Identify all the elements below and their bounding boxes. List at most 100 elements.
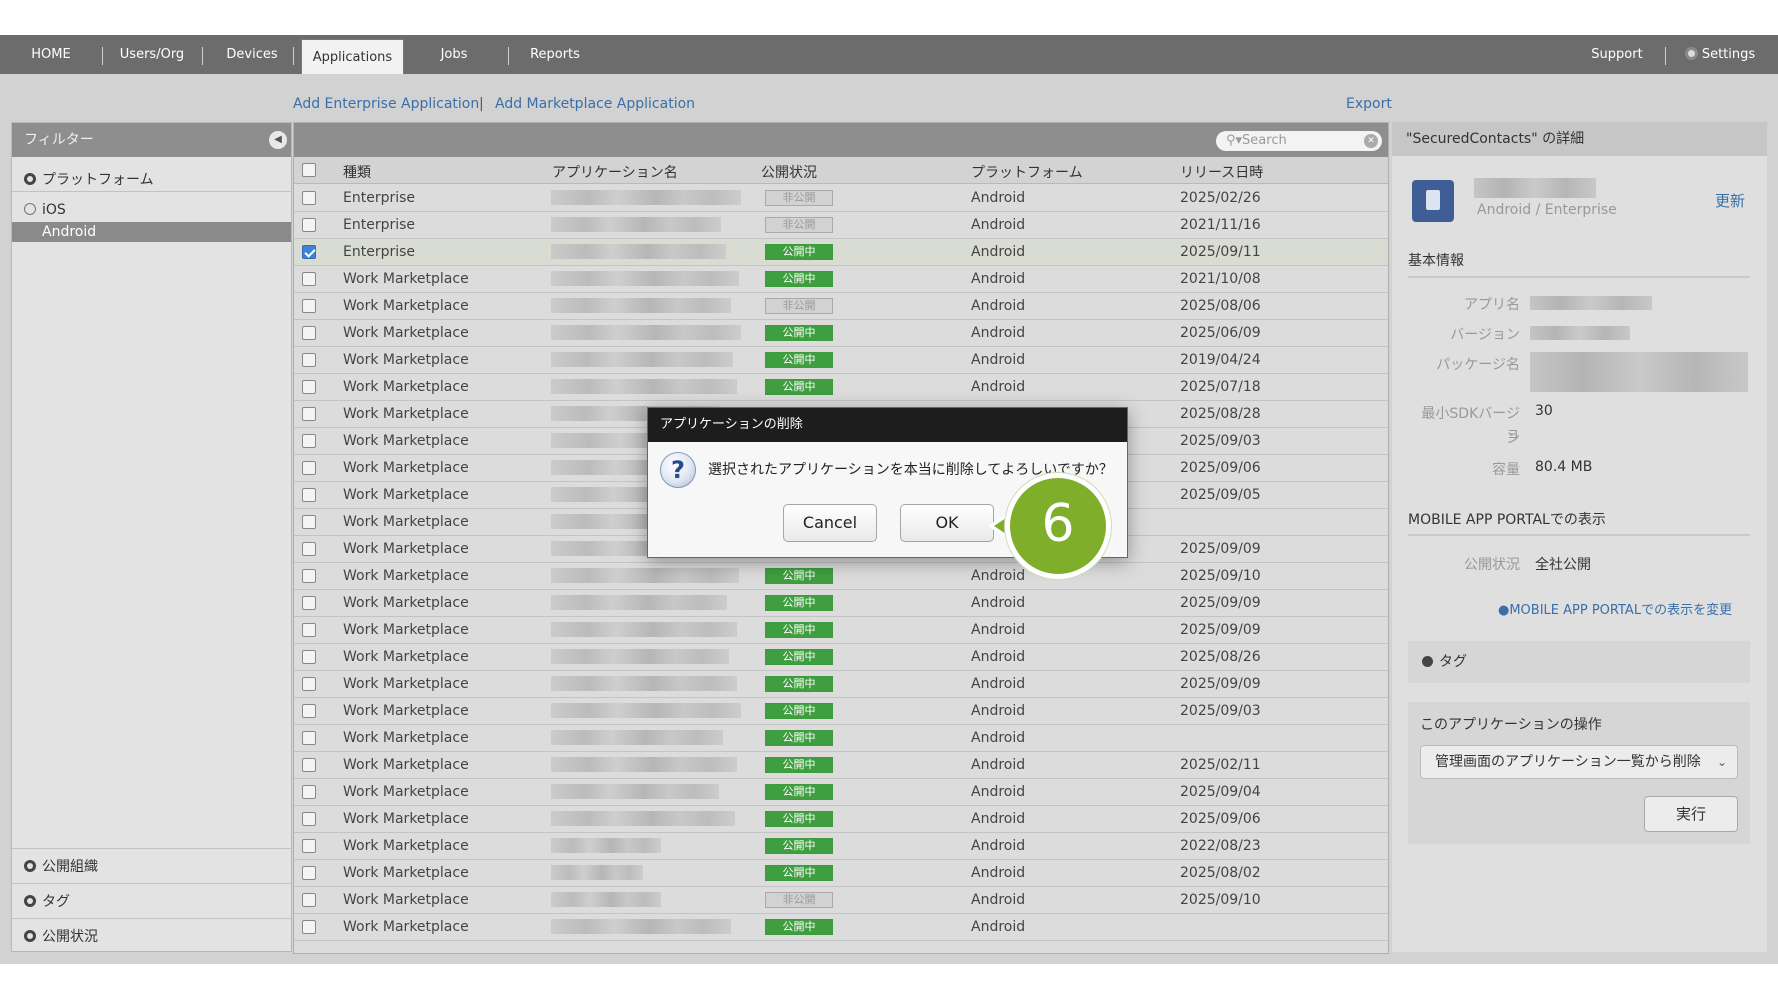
row-checkbox[interactable] xyxy=(302,596,316,610)
status-badge: 公開中 xyxy=(765,811,833,827)
row-checkbox[interactable] xyxy=(302,488,316,502)
operation-select-value: 管理画面のアプリケーション一覧から削除 xyxy=(1435,754,1701,770)
status-badge: 公開中 xyxy=(765,838,833,854)
portal-change-link[interactable]: ●MOBILE APP PORTALでの表示を変更 xyxy=(1498,599,1732,618)
row-checkbox[interactable] xyxy=(302,812,316,826)
filter-org[interactable]: 公開組織 xyxy=(12,856,291,876)
row-checkbox[interactable] xyxy=(302,434,316,448)
table-row[interactable]: Work Marketplace 公開中 Android 2025/07/18 xyxy=(294,374,1388,401)
nav-jobs[interactable]: Jobs xyxy=(425,35,483,74)
row-checkbox[interactable] xyxy=(302,299,316,313)
table-row[interactable]: Work Marketplace 公開中 Android xyxy=(294,725,1388,752)
row-checkbox[interactable] xyxy=(302,677,316,691)
row-checkbox[interactable] xyxy=(302,461,316,475)
row-checkbox[interactable] xyxy=(302,920,316,934)
cancel-button[interactable]: Cancel xyxy=(783,504,877,542)
row-checkbox[interactable] xyxy=(302,731,316,745)
cell-release-date: 2025/09/09 xyxy=(1180,595,1261,611)
filter-title: フィルター xyxy=(24,132,94,148)
search-input[interactable]: ⚲▾Search ✕ xyxy=(1216,131,1382,151)
table-row[interactable]: Enterprise 公開中 Android 2025/09/11 xyxy=(294,239,1388,266)
row-checkbox[interactable] xyxy=(302,245,316,259)
header-type[interactable]: 種類 xyxy=(343,162,371,182)
cell-release-date: 2021/11/16 xyxy=(1180,217,1261,233)
nav-settings[interactable]: Settings xyxy=(1680,35,1760,74)
row-checkbox[interactable] xyxy=(302,326,316,340)
row-checkbox[interactable] xyxy=(302,785,316,799)
row-checkbox[interactable] xyxy=(302,272,316,286)
header-app-name[interactable]: アプリケーション名 xyxy=(552,162,678,182)
table-row[interactable]: Work Marketplace 公開中 Android 2025/09/09 xyxy=(294,590,1388,617)
run-button[interactable]: 実行 xyxy=(1644,796,1738,832)
row-checkbox[interactable] xyxy=(302,893,316,907)
status-badge: 公開中 xyxy=(765,379,833,395)
table-row[interactable]: Work Marketplace 公開中 Android 2025/09/04 xyxy=(294,779,1388,806)
header-platform[interactable]: プラットフォーム xyxy=(971,162,1083,182)
table-row[interactable]: Work Marketplace 公開中 Android xyxy=(294,914,1388,941)
cell-release-date: 2025/08/06 xyxy=(1180,298,1261,314)
cell-type: Work Marketplace xyxy=(343,541,469,557)
table-row[interactable]: Work Marketplace 公開中 Android 2025/09/09 xyxy=(294,617,1388,644)
table-row[interactable]: Work Marketplace 公開中 Android 2025/09/10 xyxy=(294,563,1388,590)
table-row[interactable]: Work Marketplace 非公開 Android 2025/09/10 xyxy=(294,887,1388,914)
row-checkbox[interactable] xyxy=(302,353,316,367)
operation-select[interactable]: 管理画面のアプリケーション一覧から削除 ⌄ xyxy=(1420,745,1738,779)
table-row[interactable]: Work Marketplace 公開中 Android 2025/06/09 xyxy=(294,320,1388,347)
table-row[interactable]: Work Marketplace 公開中 Android 2025/08/26 xyxy=(294,644,1388,671)
filter-status[interactable]: 公開状況 xyxy=(12,926,291,946)
nav-reports[interactable]: Reports xyxy=(523,35,587,74)
add-enterprise-link[interactable]: Add Enterprise Application xyxy=(293,96,479,112)
ok-button[interactable]: OK xyxy=(900,504,994,542)
cell-type: Work Marketplace xyxy=(343,298,469,314)
row-checkbox[interactable] xyxy=(302,407,316,421)
dialog-title: アプリケーションの削除 xyxy=(648,408,1127,442)
table-row[interactable]: Work Marketplace 非公開 Android 2025/08/06 xyxy=(294,293,1388,320)
filter-platform[interactable]: プラットフォーム xyxy=(12,169,291,189)
clear-icon[interactable]: ✕ xyxy=(1364,134,1378,148)
row-checkbox[interactable] xyxy=(302,623,316,637)
tag-section[interactable]: タグ xyxy=(1408,641,1750,683)
header-status[interactable]: 公開状況 xyxy=(761,162,817,182)
nav-users-org[interactable]: Users/Org xyxy=(112,35,192,74)
row-checkbox[interactable] xyxy=(302,191,316,205)
row-checkbox[interactable] xyxy=(302,704,316,718)
row-checkbox[interactable] xyxy=(302,515,316,529)
row-checkbox[interactable] xyxy=(302,542,316,556)
nav-support[interactable]: Support xyxy=(1582,35,1652,74)
table-row[interactable]: Work Marketplace 公開中 Android 2025/09/09 xyxy=(294,671,1388,698)
nav-devices[interactable]: Devices xyxy=(220,35,284,74)
filter-android[interactable]: Android xyxy=(12,222,291,242)
collapse-left-icon[interactable]: ◀ xyxy=(269,131,287,149)
header-release-date[interactable]: リリース日時 xyxy=(1180,162,1263,182)
table-row[interactable]: Work Marketplace 公開中 Android 2019/04/24 xyxy=(294,347,1388,374)
select-all-checkbox[interactable] xyxy=(302,163,316,177)
cell-release-date: 2025/08/28 xyxy=(1180,406,1261,422)
table-row[interactable]: Work Marketplace 公開中 Android 2025/02/11 xyxy=(294,752,1388,779)
table-row[interactable]: Work Marketplace 公開中 Android 2025/09/06 xyxy=(294,806,1388,833)
row-checkbox[interactable] xyxy=(302,758,316,772)
nav-settings-label: Settings xyxy=(1701,47,1756,62)
row-checkbox[interactable] xyxy=(302,380,316,394)
table-row[interactable]: Work Marketplace 公開中 Android 2022/08/23 xyxy=(294,833,1388,860)
label-min-sdk-wrap: ン xyxy=(1506,431,1520,447)
filter-tag[interactable]: タグ xyxy=(12,891,291,911)
table-row[interactable]: Enterprise 非公開 Android 2025/02/26 xyxy=(294,185,1388,212)
update-link[interactable]: 更新 xyxy=(1715,190,1745,211)
nav-separator xyxy=(508,47,509,65)
export-link[interactable]: Export xyxy=(1346,96,1392,112)
filter-ios[interactable]: iOS xyxy=(12,202,291,218)
nav-applications[interactable]: Applications xyxy=(301,39,404,74)
row-checkbox[interactable] xyxy=(302,839,316,853)
row-checkbox[interactable] xyxy=(302,650,316,664)
nav-home[interactable]: HOME xyxy=(20,35,82,74)
row-checkbox[interactable] xyxy=(302,218,316,232)
redacted-app-name xyxy=(1474,178,1596,198)
add-marketplace-link[interactable]: Add Marketplace Application xyxy=(495,96,695,112)
table-row[interactable]: Work Marketplace 公開中 Android 2025/08/02 xyxy=(294,860,1388,887)
row-checkbox[interactable] xyxy=(302,866,316,880)
table-row[interactable]: Enterprise 非公開 Android 2021/11/16 xyxy=(294,212,1388,239)
row-checkbox[interactable] xyxy=(302,569,316,583)
table-row[interactable]: Work Marketplace 公開中 Android 2021/10/08 xyxy=(294,266,1388,293)
table-row[interactable]: Work Marketplace 公開中 Android 2025/09/03 xyxy=(294,698,1388,725)
cell-type: Work Marketplace xyxy=(343,406,469,422)
